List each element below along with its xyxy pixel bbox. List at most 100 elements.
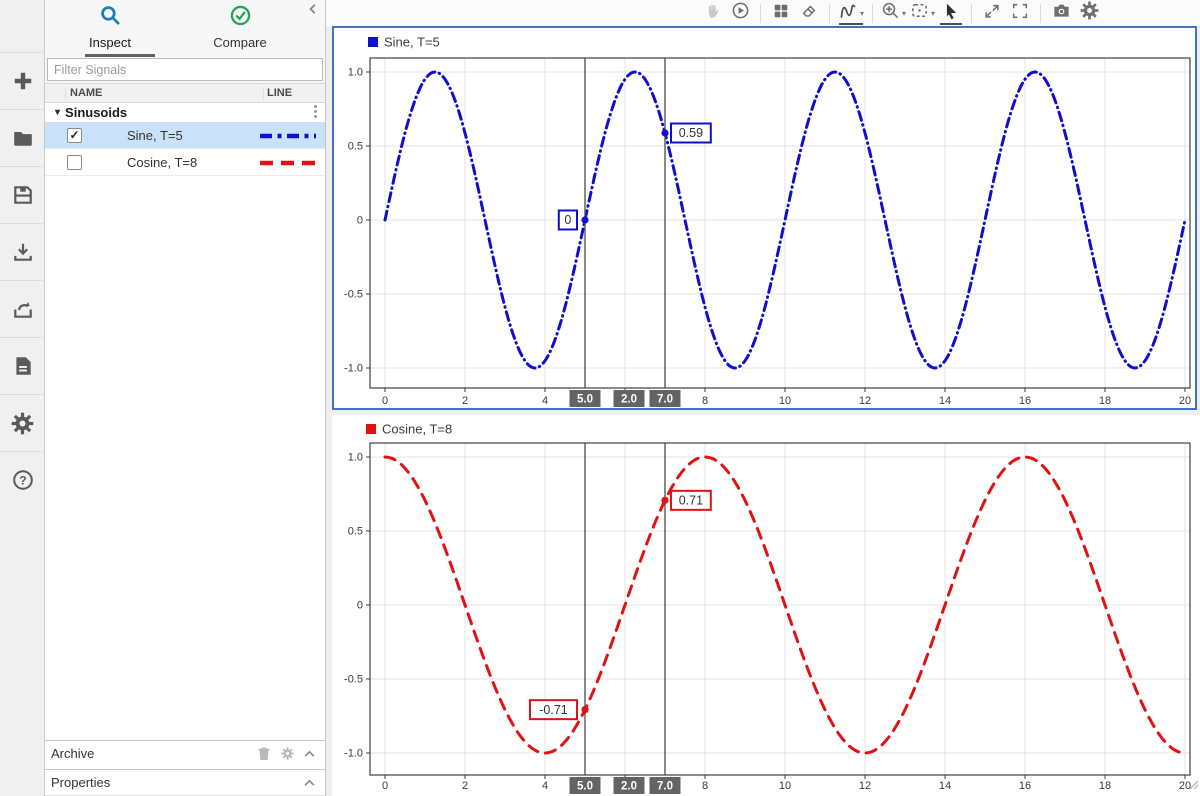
plot-sine[interactable]: Sine, T=5024681012141618201.00.50-0.5-1.… <box>332 26 1197 410</box>
tick-label-x: 18 <box>1099 780 1111 792</box>
tick-label-x: 8 <box>702 395 708 407</box>
properties-bar[interactable]: Properties <box>45 769 325 796</box>
playback-controls-button[interactable] <box>726 1 754 25</box>
resize-handle[interactable] <box>1188 776 1198 794</box>
export-button[interactable] <box>0 280 45 337</box>
group-label: Sinusoids <box>65 105 127 120</box>
dropdown-caret-icon: ▾ <box>860 9 864 18</box>
column-header-line: LINE <box>263 87 325 99</box>
tick-label-x: 4 <box>542 780 548 792</box>
add-button[interactable] <box>0 52 45 109</box>
tab-compare[interactable]: Compare <box>185 4 295 50</box>
clear-plots-button[interactable] <box>795 1 823 25</box>
properties-label: Properties <box>45 775 304 790</box>
archive-bar[interactable]: Archive <box>45 740 325 766</box>
cursor1-time-badge-label: 5.0 <box>577 394 593 406</box>
layout-grid-icon <box>772 2 790 25</box>
tick-label-y: 0.5 <box>348 526 363 538</box>
collapse-panel-button[interactable] <box>307 2 319 20</box>
active-tab-underline <box>85 54 155 57</box>
signal-table-header: NAME LINE <box>45 83 325 103</box>
signal-name: Cosine, T=8 <box>109 155 259 170</box>
save-button[interactable] <box>0 166 45 223</box>
plot-canvas-sine[interactable]: Sine, T=5024681012141618201.00.50-0.5-1.… <box>334 28 1195 408</box>
cursor1-time-badge-label: 5.0 <box>577 781 593 793</box>
kebab-menu-icon[interactable] <box>314 105 317 118</box>
data-cursors-button[interactable]: ▾ <box>836 1 866 25</box>
help-button[interactable]: ? <box>0 451 45 508</box>
cursor-delta-badge-label: 2.0 <box>621 781 637 793</box>
settings-button[interactable] <box>1075 1 1103 25</box>
gear-icon <box>11 412 34 435</box>
gear-icon[interactable] <box>281 747 294 760</box>
tick-label-x: 4 <box>542 395 548 407</box>
fullscreen-icon <box>1011 2 1029 25</box>
chevron-up-icon[interactable] <box>304 750 315 758</box>
signal-group-sinusoids[interactable]: ▾ Sinusoids <box>45 103 325 122</box>
zoom-button[interactable]: ▾ <box>879 1 908 25</box>
fit-to-view-button[interactable]: ▾ <box>908 1 937 25</box>
camera-icon <box>1052 1 1071 25</box>
expand-plot-button[interactable] <box>978 1 1006 25</box>
tick-label-x: 2 <box>462 780 468 792</box>
tick-label-x: 14 <box>939 395 951 407</box>
plot-frame <box>370 58 1190 388</box>
tick-label-x: 12 <box>859 395 871 407</box>
tick-label-y: -1.0 <box>344 748 363 760</box>
signal-row-cosine[interactable]: Cosine, T=8 <box>45 149 325 176</box>
cursor-marker-dot <box>661 497 668 504</box>
sine-checkbox[interactable]: ✓ <box>67 128 82 143</box>
plot-area: ▾ ▾ ▾ <box>326 0 1200 796</box>
chevron-up-icon[interactable] <box>304 779 315 787</box>
tick-label-y: -0.5 <box>344 289 363 301</box>
collapse-triangle-icon[interactable]: ▾ <box>55 107 60 118</box>
layout-button[interactable] <box>767 1 795 25</box>
tick-label-y: 1.0 <box>348 67 363 79</box>
report-button[interactable] <box>0 337 45 394</box>
snapshot-button[interactable] <box>1047 1 1075 25</box>
pointer-button[interactable] <box>937 1 965 25</box>
tick-label-x: 12 <box>859 780 871 792</box>
dropdown-caret-icon: ▾ <box>902 9 906 18</box>
cursor-marker-dot <box>581 216 588 223</box>
tick-label-x: 14 <box>939 780 951 792</box>
tick-label-y: 1.0 <box>348 452 363 464</box>
legend-label: Sine, T=5 <box>384 35 440 50</box>
tab-inspect[interactable]: Inspect <box>55 4 165 50</box>
import-icon <box>12 241 34 263</box>
import-button[interactable] <box>0 223 45 280</box>
tick-label-x: 10 <box>779 780 791 792</box>
pan-button[interactable] <box>698 1 726 25</box>
open-button[interactable] <box>0 109 45 166</box>
tick-label-x: 16 <box>1019 395 1031 407</box>
pan-hand-icon <box>703 2 721 25</box>
expand-icon <box>983 2 1001 25</box>
plot-frame <box>370 443 1190 775</box>
trash-icon[interactable] <box>257 746 271 761</box>
cosine-checkbox[interactable] <box>67 155 82 170</box>
tick-label-y: 0 <box>357 600 363 612</box>
filter-signals-input[interactable] <box>47 58 323 81</box>
legend-swatch <box>366 424 376 434</box>
panel-tabs: Inspect Compare <box>45 0 325 55</box>
tick-label-x: 16 <box>1019 780 1031 792</box>
fullscreen-button[interactable] <box>1006 1 1034 25</box>
signal-row-sine[interactable]: ✓ Sine, T=5 <box>45 122 325 149</box>
fit-to-view-icon <box>910 1 929 25</box>
tick-label-x: 0 <box>382 395 388 407</box>
tick-label-x: 20 <box>1179 395 1191 407</box>
preferences-button[interactable] <box>0 394 45 451</box>
sine-line-sample <box>259 128 325 143</box>
plot-cosine[interactable]: Cosine, T=8024681012141618201.00.50-0.5-… <box>332 415 1200 796</box>
pointer-icon <box>942 2 960 25</box>
tick-label-y: 0.5 <box>348 141 363 153</box>
legend-swatch <box>368 37 378 47</box>
playback-icon <box>731 1 750 25</box>
tick-label-x: 10 <box>779 395 791 407</box>
eraser-icon <box>800 2 818 25</box>
tab-compare-label: Compare <box>185 35 295 50</box>
plot-canvas-cosine[interactable]: Cosine, T=8024681012141618201.00.50-0.5-… <box>332 415 1200 796</box>
settings-gear-icon <box>1080 1 1099 25</box>
tab-inspect-label: Inspect <box>55 35 165 50</box>
tick-label-y: 0 <box>357 215 363 227</box>
